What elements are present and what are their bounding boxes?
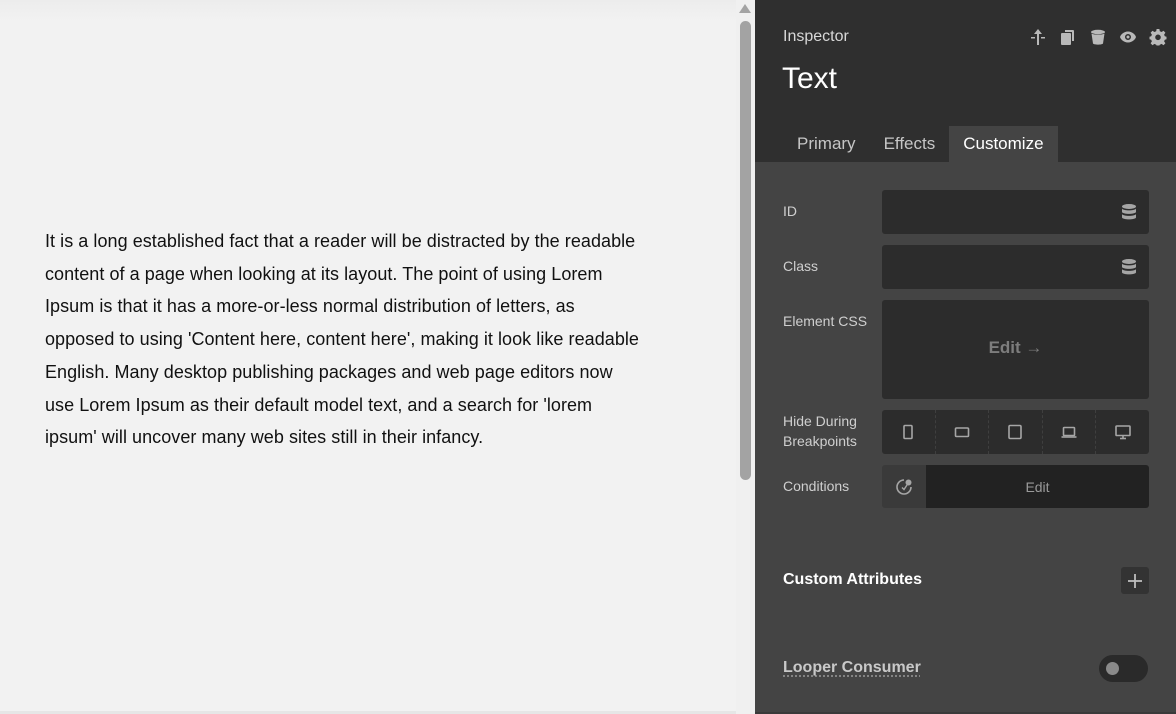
text-element-paragraph[interactable]: It is a long established fact that a rea… [45,225,645,454]
looper-consumer-toggle[interactable] [1099,655,1148,682]
hide-breakpoints-label-line1: Hide During [783,413,857,429]
tab-customize[interactable]: Customize [949,126,1058,162]
breakpoint-tablet-button[interactable] [988,410,1042,454]
conditions-field: Edit [882,465,1149,508]
canvas-top-shade [0,0,736,22]
phone-landscape-icon [954,427,970,438]
inspector-header: Inspector Text Primary Effects Customize [755,0,1176,162]
dynamic-content-icon[interactable] [1121,203,1137,221]
inspector-label: Inspector [783,28,849,45]
inspector-tabs: Primary Effects Customize [783,126,1058,162]
class-label: Class [783,258,819,274]
id-field[interactable] [882,190,1149,234]
toggle-knob [1106,662,1119,675]
scrollbar-thumb[interactable] [740,21,751,480]
move-up-icon[interactable] [1028,27,1048,47]
element-css-edit-button[interactable]: Edit → [882,338,1149,358]
breakpoint-laptop-button[interactable] [1041,410,1096,454]
id-label: ID [783,203,797,219]
desktop-icon [1114,425,1131,440]
tablet-icon [1008,424,1023,440]
conditions-icon-button[interactable] [882,465,926,508]
laptop-icon [1061,426,1077,438]
element-css-field[interactable]: Edit → [882,300,1149,399]
delete-icon[interactable] [1088,27,1108,47]
scroll-up-arrow-icon[interactable] [739,4,751,13]
hide-breakpoints-label: Hide During Breakpoints [783,411,857,451]
duplicate-icon[interactable] [1058,27,1078,47]
breakpoint-desktop-button[interactable] [1095,410,1149,454]
tab-primary[interactable]: Primary [783,126,870,162]
header-actions [1028,27,1168,47]
conditions-label: Conditions [783,478,850,494]
preview-canvas: It is a long established fact that a rea… [0,0,736,714]
phone-icon [903,424,914,440]
canvas-scrollbar[interactable] [736,0,755,714]
custom-attributes-title: Custom Attributes [783,571,922,588]
conditions-icon [896,478,912,495]
breakpoint-phone-landscape-button[interactable] [934,410,989,454]
add-custom-attribute-button[interactable] [1121,567,1149,594]
visibility-icon[interactable] [1118,27,1138,47]
element-css-label: Element CSS [783,313,868,329]
dynamic-content-icon[interactable] [1121,258,1137,276]
settings-icon[interactable] [1148,27,1168,47]
tab-effects[interactable]: Effects [870,126,950,162]
breakpoint-phone-button[interactable] [882,410,935,454]
element-title: Text [782,62,838,95]
conditions-edit-button[interactable]: Edit [926,465,1149,508]
breakpoints-group [882,410,1149,454]
class-field[interactable] [882,245,1149,289]
looper-consumer-title[interactable]: Looper Consumer [783,659,921,677]
plus-icon [1128,573,1142,588]
hide-breakpoints-label-line2: Breakpoints [783,433,857,449]
inspector-panel: Inspector Text Primary Effects Customize [755,0,1176,714]
